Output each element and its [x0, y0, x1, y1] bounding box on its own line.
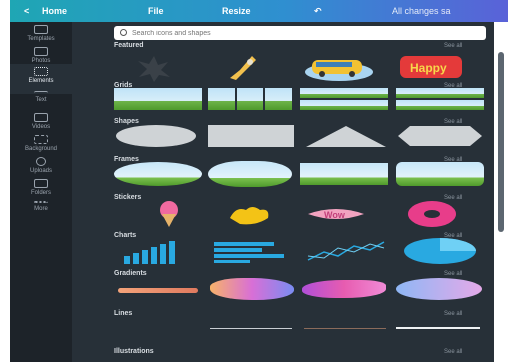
grid-item-single[interactable] — [114, 88, 202, 110]
text-icon — [34, 91, 48, 95]
section-title-stickers: Stickers — [114, 194, 142, 201]
grid-cell — [208, 88, 235, 110]
chart-thumb-pie[interactable] — [402, 237, 478, 265]
undo-icon[interactable]: ↶ — [314, 6, 322, 17]
rail-label: Uploads — [29, 168, 52, 174]
featured-item-happy-badge[interactable]: Happy — [398, 50, 464, 84]
uploads-icon — [36, 157, 46, 166]
gradient-oval[interactable] — [396, 278, 482, 300]
gradient-blob[interactable] — [210, 278, 294, 300]
file-menu[interactable]: File — [148, 6, 164, 16]
see-all-lines[interactable]: See all — [444, 311, 462, 317]
sticker-wow-text: Wow — [324, 210, 346, 220]
more-icon — [34, 201, 48, 204]
rail-item-more[interactable]: More — [10, 198, 72, 228]
grid-cell — [396, 100, 484, 110]
rail-label: Videos — [31, 124, 51, 130]
shape-ellipse[interactable] — [114, 124, 198, 148]
section-title-lines: Lines — [114, 310, 133, 317]
resize-button[interactable]: Resize — [222, 6, 251, 16]
grid-cell — [396, 88, 484, 98]
line-thick[interactable] — [396, 327, 480, 329]
happy-badge-text: Happy — [410, 61, 447, 75]
grid-item-stack[interactable] — [396, 88, 484, 110]
frame-rectangle[interactable] — [300, 163, 388, 185]
section-title-frames: Frames — [114, 156, 139, 163]
search-bar[interactable] — [114, 26, 486, 40]
chart-thumb-bar[interactable] — [118, 238, 202, 264]
side-rail: Templates Photos Elements Text Videos Ba… — [10, 22, 72, 362]
section-title-illustrations: Illustrations — [114, 348, 154, 355]
top-toolbar: < Home File Resize ↶ All changes sa — [10, 0, 508, 22]
home-button[interactable]: Home — [42, 6, 67, 16]
featured-item-rocket[interactable] — [222, 50, 266, 84]
section-title-featured: Featured — [114, 42, 144, 49]
back-button[interactable]: < — [24, 6, 29, 16]
elements-panel: Featured See all Happy Grids See all — [72, 22, 494, 362]
sticker-icecream[interactable] — [154, 200, 184, 228]
editor-app: Templates Photos Elements Text Videos Ba… — [10, 22, 504, 362]
sticker-wow[interactable]: Wow — [306, 204, 366, 224]
panel-scrollbar[interactable] — [498, 52, 504, 232]
sticker-hand[interactable] — [226, 202, 272, 226]
rail-label: More — [34, 206, 48, 212]
chart-thumb-hbar[interactable] — [212, 238, 296, 264]
grid-cell — [300, 88, 388, 98]
search-icon — [120, 29, 127, 36]
search-input[interactable] — [132, 27, 472, 39]
grid-cell — [236, 88, 264, 110]
shape-hexagon[interactable] — [396, 124, 484, 148]
folders-icon — [34, 179, 48, 188]
frame-cloud[interactable] — [208, 161, 292, 187]
grid-cell — [300, 100, 388, 110]
featured-item-splash[interactable] — [132, 52, 176, 84]
shape-triangle[interactable] — [304, 124, 388, 148]
frame-rounded[interactable] — [396, 162, 484, 186]
line-brown[interactable] — [304, 328, 386, 329]
frame-oval[interactable] — [114, 162, 202, 186]
grid-item-rows[interactable] — [300, 88, 388, 110]
elements-icon — [34, 67, 48, 76]
line-solid[interactable] — [210, 328, 292, 329]
rail-label: Elements — [28, 78, 54, 84]
gradient-wave[interactable] — [302, 280, 386, 298]
sticker-donut[interactable] — [406, 200, 458, 228]
rail-label: Templates — [27, 36, 55, 42]
rail-label: Background — [24, 146, 58, 152]
rail-label: Text — [35, 97, 47, 103]
section-title-gradients: Gradients — [114, 270, 147, 277]
videos-icon — [34, 113, 48, 122]
templates-icon — [34, 25, 48, 34]
chart-thumb-line[interactable] — [304, 238, 388, 264]
rail-label: Folders — [30, 190, 51, 196]
shape-rectangle[interactable] — [208, 125, 294, 147]
see-all-gradients[interactable]: See all — [444, 271, 462, 277]
see-all-featured[interactable]: See all — [444, 43, 462, 49]
grid-item-split[interactable] — [208, 88, 293, 110]
save-status: All changes sa — [392, 6, 451, 16]
gradient-stroke[interactable] — [118, 288, 198, 293]
background-icon — [34, 135, 48, 144]
photos-icon — [34, 47, 48, 56]
see-all-illustrations[interactable]: See all — [444, 349, 462, 355]
grid-cell — [265, 88, 293, 110]
featured-item-bus[interactable] — [304, 52, 374, 82]
